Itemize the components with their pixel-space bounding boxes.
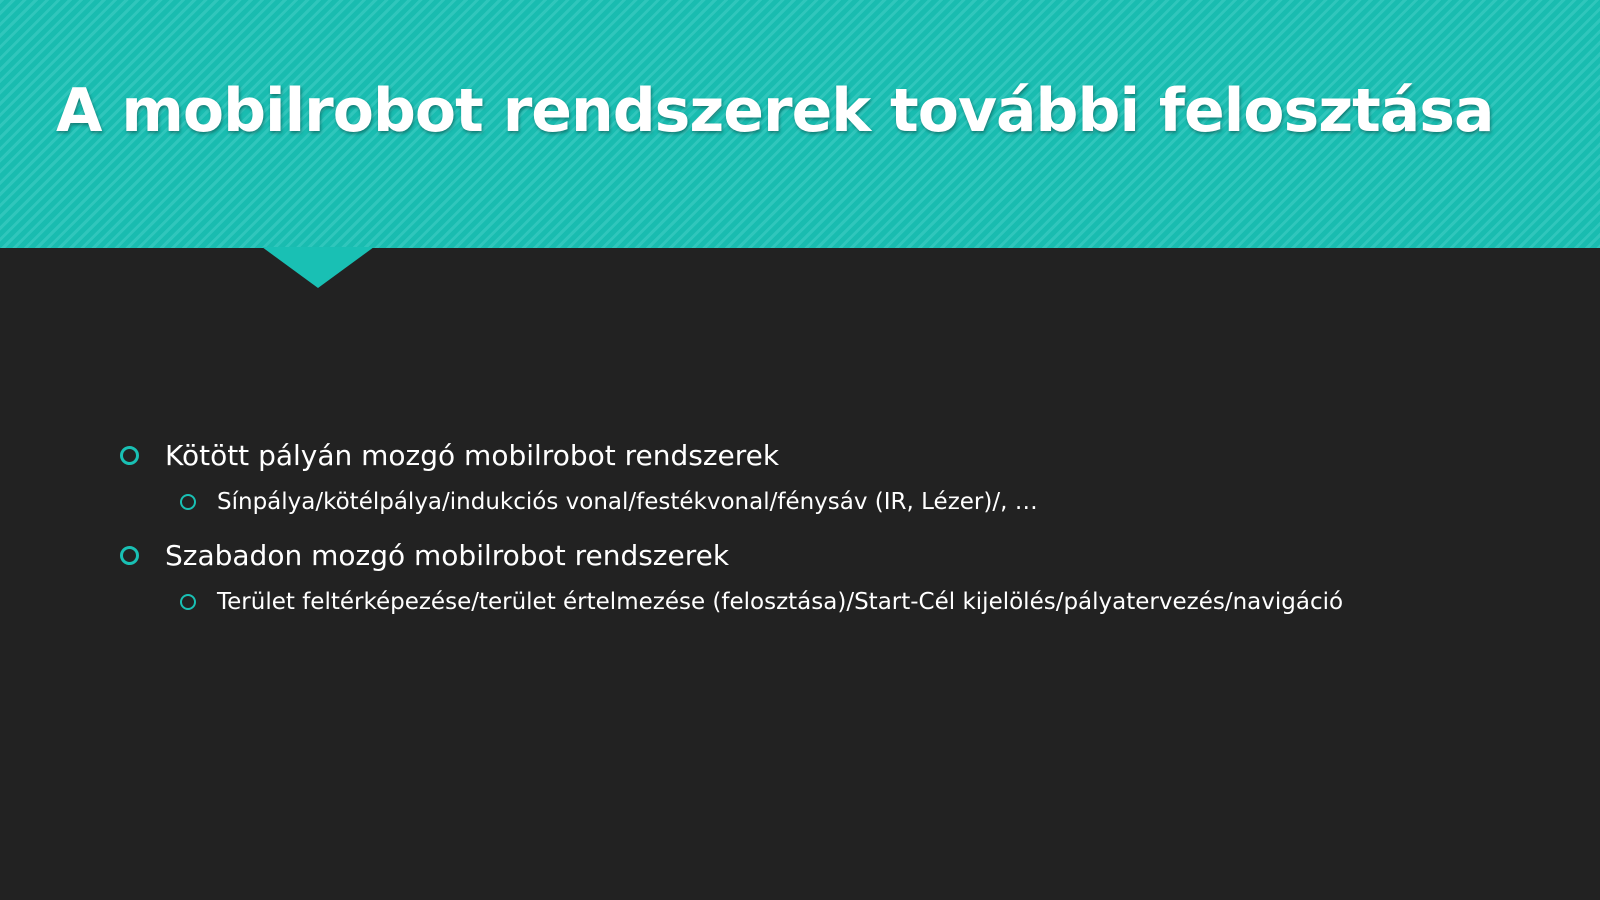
slide-title: A mobilrobot rendszerek további felosztá… [56, 76, 1494, 146]
ring-bullet-icon [180, 494, 196, 510]
bullet-text: Szabadon mozgó mobilrobot rendszerek [165, 539, 730, 572]
sub-bullet-text: Sínpálya/kötélpálya/indukciós vonal/fest… [217, 489, 1038, 515]
sub-bullet-item: Sínpálya/kötélpálya/indukciós vonal/fest… [180, 480, 1560, 532]
bullet-text: Kötött pályán mozgó mobilrobot rendszere… [165, 439, 780, 472]
banner-notch [262, 247, 374, 288]
ring-bullet-icon [120, 446, 139, 465]
sub-bullet-item: Terület feltérképezése/terület értelmezé… [180, 580, 1560, 632]
sub-bullet-text: Terület feltérképezése/terület értelmezé… [217, 589, 1344, 615]
bullet-item: Szabadon mozgó mobilrobot rendszerek [120, 532, 1560, 580]
bullet-list: Kötött pályán mozgó mobilrobot rendszere… [120, 432, 1560, 632]
ring-bullet-icon [180, 594, 196, 610]
ring-bullet-icon [120, 546, 139, 565]
bullet-item: Kötött pályán mozgó mobilrobot rendszere… [120, 432, 1560, 480]
slide: A mobilrobot rendszerek további felosztá… [0, 0, 1600, 900]
